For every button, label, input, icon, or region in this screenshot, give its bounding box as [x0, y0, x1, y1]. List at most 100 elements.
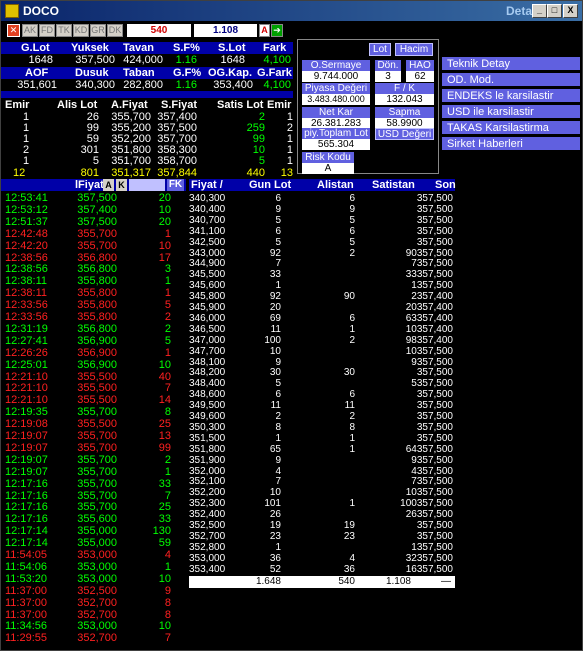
trade-cell: 8	[164, 596, 171, 609]
trade-cell: 12:21:10	[5, 394, 48, 407]
letter-a-button[interactable]: A	[259, 24, 270, 37]
filter-input[interactable]	[129, 179, 165, 191]
lot-button[interactable]: Lot	[369, 43, 391, 56]
trade-row: 12:27:41 356,900 5	[1, 335, 186, 347]
trade-cell: 353,000	[77, 560, 117, 573]
tool-fd-button[interactable]: FD	[39, 24, 55, 37]
dist-cell: 10	[269, 487, 281, 499]
dist-cell: 357,500	[416, 225, 453, 237]
dist-cell: 5	[275, 214, 281, 226]
dist-cell: 352,700	[189, 530, 226, 542]
menu-item[interactable]: USD ile karsilastir	[442, 105, 580, 119]
dist-row: 345,600 1 1357,500	[189, 280, 455, 291]
field-540[interactable]: 540	[127, 24, 191, 37]
trade-cell: 353,000	[77, 549, 117, 561]
trade-cell: 12:25:01	[5, 358, 48, 371]
trade-cell: 356,900	[77, 334, 117, 347]
dist-cell: 6	[275, 193, 281, 204]
trade-cell: 59	[158, 537, 171, 550]
trade-row: 12:17:16 355,700 25	[1, 501, 186, 513]
dist-cell: 352,100	[189, 476, 226, 488]
trade-cell: 1	[164, 227, 171, 240]
usd-degeri-button[interactable]: USD Değeri	[375, 128, 434, 140]
trade-row: 12:17:14 355,000 59	[1, 537, 186, 549]
maximize-button[interactable]: □	[547, 4, 562, 18]
tool-kd-button[interactable]: KD	[73, 24, 89, 37]
menu-item[interactable]: Sirket Haberleri	[442, 137, 580, 151]
tool-dk-button[interactable]: DK	[107, 24, 123, 37]
trade-cell: 352,700	[77, 596, 117, 609]
trade-row: 12:25:01 356,900 10	[1, 359, 186, 371]
close-button[interactable]: X	[563, 4, 578, 18]
trade-cell: 12:17:16	[5, 513, 48, 526]
minimize-button[interactable]: _	[532, 4, 547, 18]
trade-row: 12:17:16 355,700 33	[1, 478, 186, 490]
trade-cell: 11:37:00	[5, 596, 48, 609]
field-1108[interactable]: 1.108	[194, 24, 257, 37]
trade-cell: 355,500	[77, 394, 117, 407]
menu-item[interactable]: OD. Mod.	[442, 73, 580, 87]
fk-button[interactable]: FK	[167, 179, 184, 191]
summary-row-1: 1648 357,500 424,000 1.16 1648 4,100	[28, 54, 291, 66]
trade-cell: 8	[164, 406, 171, 419]
dist-row: 351,800 65 1 64357,500	[189, 444, 455, 455]
menu-item[interactable]: ENDEKS le karsilastir	[442, 89, 580, 103]
menu-item[interactable]: TAKAS Karsilastirma	[442, 121, 580, 135]
dist-cell: 16357,500	[405, 563, 453, 575]
trade-cell: 11:37:00	[5, 584, 48, 597]
tool-gr-button[interactable]: GR	[90, 24, 106, 37]
menu-item[interactable]: Teknik Detay	[442, 57, 580, 71]
trade-row: 12:33:56 355,800 5	[1, 299, 186, 311]
trade-cell: 355,700	[77, 465, 117, 478]
tool-tk-button[interactable]: TK	[56, 24, 72, 37]
trade-cell: 13	[158, 430, 171, 442]
dist-cell: 340,300	[189, 193, 226, 204]
depth-total-cell: 12	[13, 167, 26, 179]
tool-ak-button[interactable]: AK	[22, 24, 38, 37]
summary-header-1: G.Lot Yuksek Tavan S.F% S.Lot Fark	[1, 42, 293, 54]
trade-cell: 33	[158, 477, 171, 490]
hacim-button[interactable]: Hacim	[395, 43, 433, 56]
close-tab-icon[interactable]: ✕	[7, 24, 20, 37]
trade-row: 12:21:10 355,500 14	[1, 394, 186, 406]
dist-cell: 65	[269, 443, 281, 455]
dist-cell: 6	[349, 193, 355, 204]
trade-cell: 12:38:11	[5, 275, 48, 288]
arrow-icon[interactable]: ➔	[271, 24, 283, 37]
trade-row: 12:19:07 355,700 2	[1, 454, 186, 466]
trade-cell: 352,500	[77, 584, 117, 597]
dist-row: 346,500 11 1 10357,400	[189, 324, 455, 335]
trade-cell: 12:19:08	[5, 418, 48, 431]
dist-row: 348,200 30 30 357,500	[189, 367, 455, 378]
dist-cell: 8	[349, 421, 355, 433]
dist-cell: 340,700	[189, 214, 226, 226]
dist-cell: 19	[343, 520, 355, 531]
dist-cell: 9	[275, 454, 281, 466]
dist-cell: 348,200	[189, 367, 226, 379]
trade-cell: 355,000	[77, 537, 117, 550]
dist-cell: 100357,500	[400, 498, 453, 510]
risk-kodu-value: A	[302, 163, 354, 174]
dist-cell: 352,400	[189, 509, 226, 521]
dist-cell: 19	[269, 520, 281, 531]
trade-cell: 355,500	[77, 418, 117, 431]
trade-cell: 356,900	[77, 358, 117, 371]
trade-row: 12:19:07 355,700 13	[1, 430, 186, 442]
title-bar[interactable]: DOCO Detay _ □ X	[1, 1, 582, 21]
depth-row: 1 5 351,700 358,700 5 1	[1, 155, 295, 167]
k-filter-button[interactable]: K	[116, 179, 127, 191]
dist-cell: 7357,500	[411, 258, 453, 270]
scrollbar[interactable]	[566, 151, 581, 648]
fk-value: 132.043	[375, 94, 434, 105]
depth-total-cell: 440	[246, 167, 265, 179]
dist-cell: 348,100	[189, 356, 226, 368]
trade-row: 12:17:16 355,700 7	[1, 490, 186, 502]
dist-cell: 5	[349, 236, 355, 248]
a-filter-button[interactable]: A	[103, 179, 114, 191]
dist-cell: 23	[269, 530, 281, 542]
trade-row: 12:31:19 356,800 2	[1, 323, 186, 335]
trade-cell: 12:53:41	[5, 192, 48, 204]
trade-row: 12:17:16 355,600 33	[1, 513, 186, 525]
trade-cell: 4	[164, 549, 171, 561]
trade-cell: 12:38:56	[5, 251, 48, 264]
